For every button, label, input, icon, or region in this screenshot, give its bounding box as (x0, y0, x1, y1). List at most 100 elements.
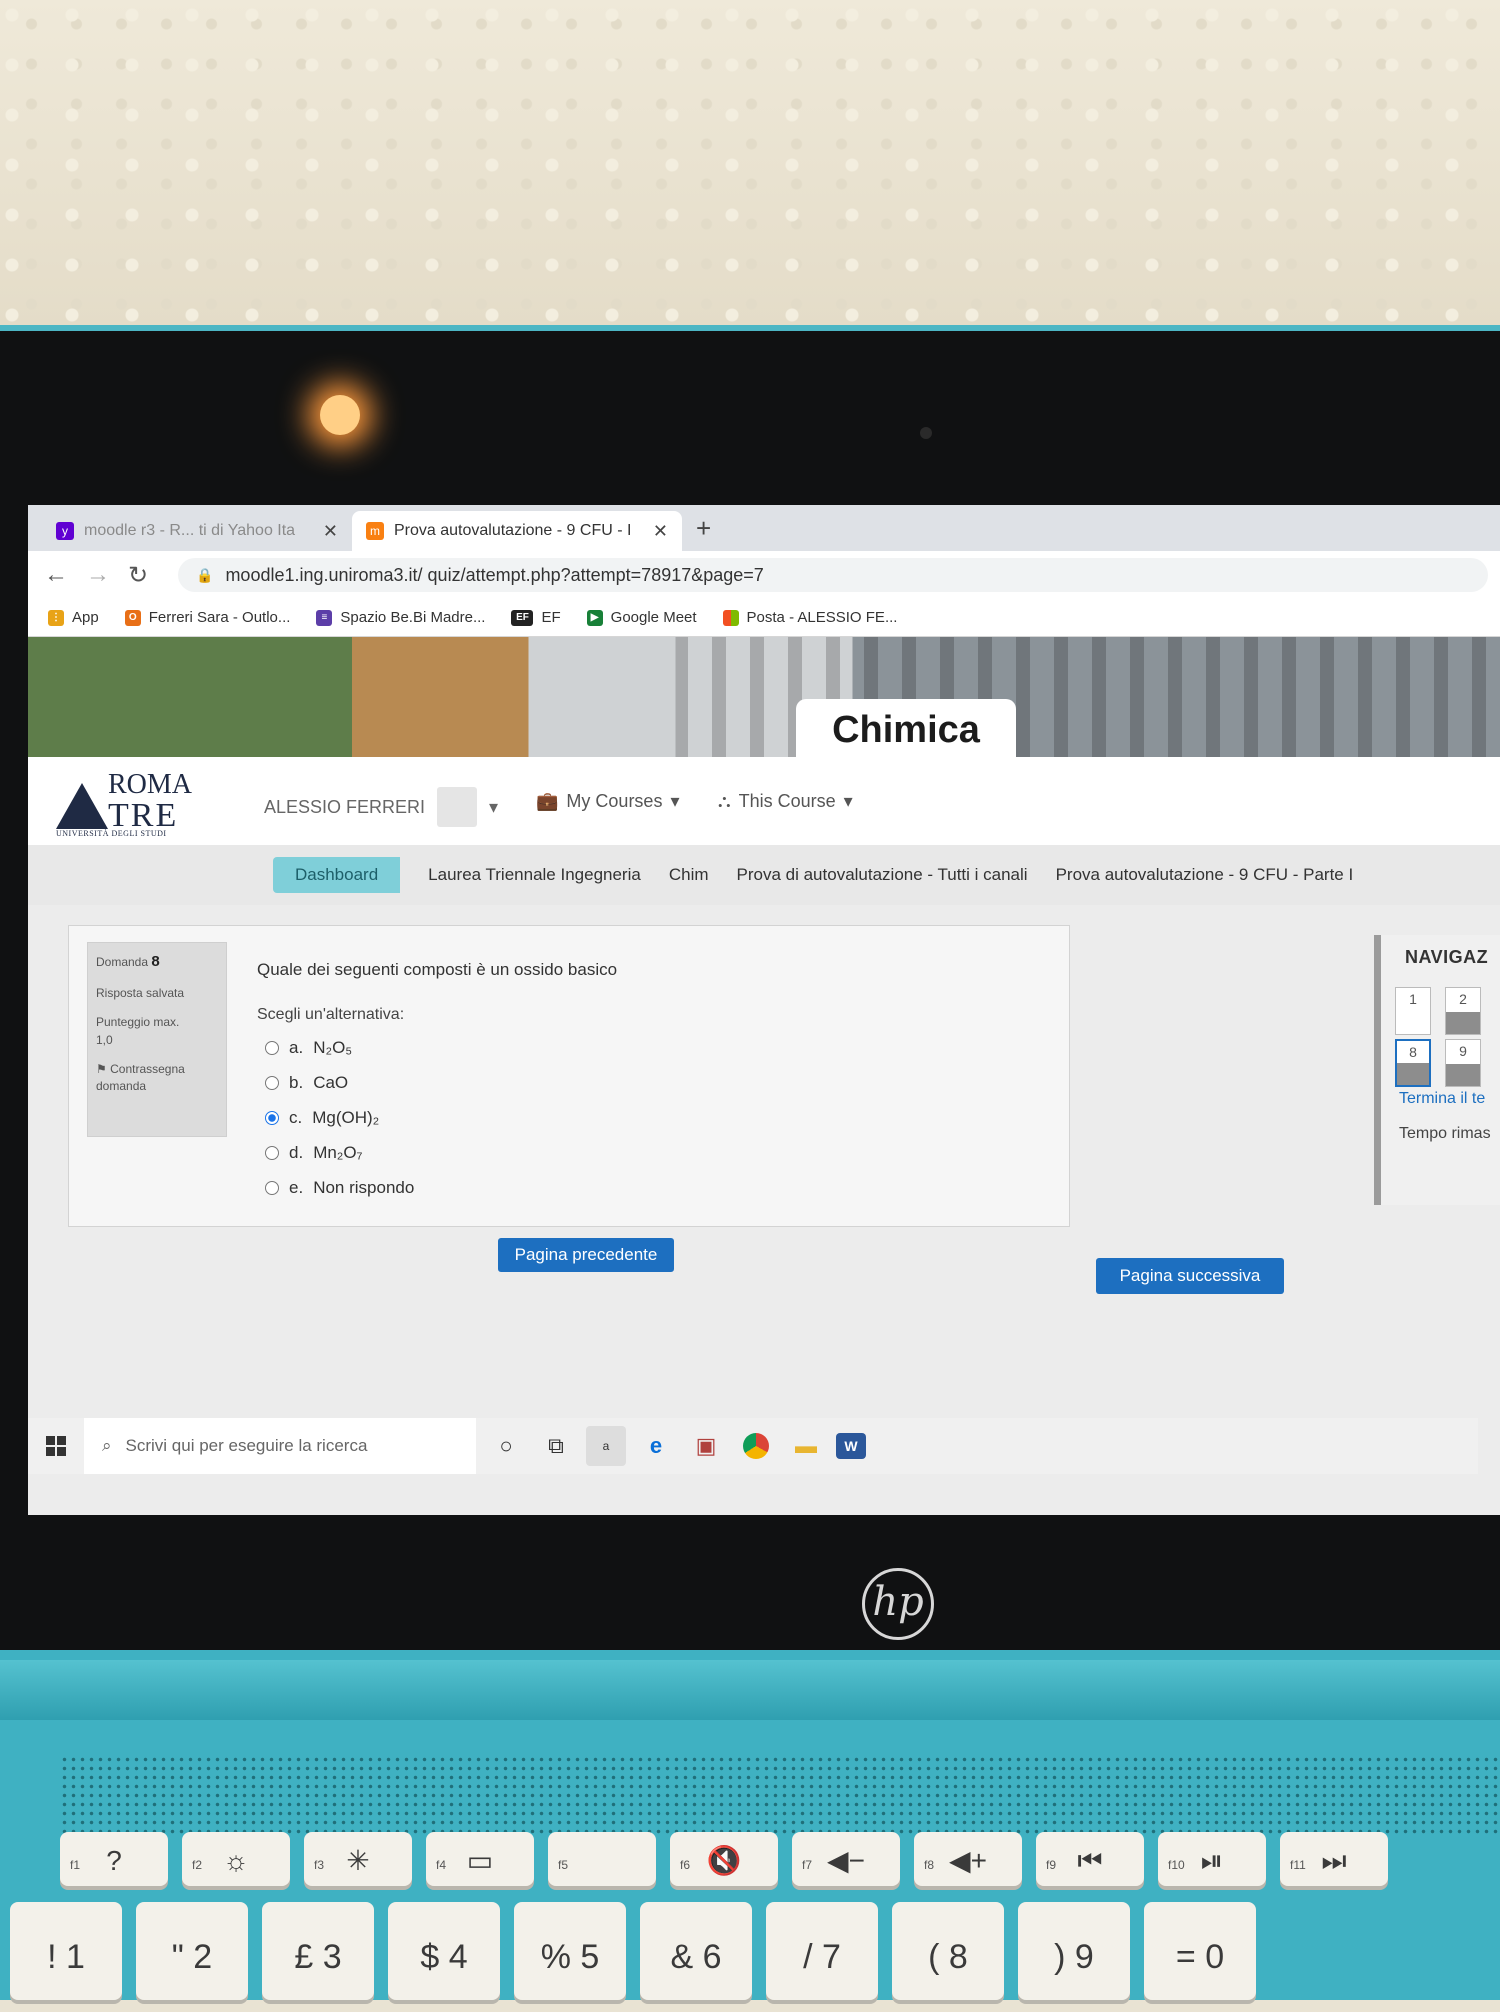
breadcrumb-degree[interactable]: Laurea Triennale Ingegneria (428, 865, 641, 885)
bookmark-outlook[interactable]: O Ferreri Sara - Outlo... (124, 609, 290, 626)
option-text: Mn₂O₇ (313, 1142, 363, 1162)
bookmark-label: Google Meet (610, 609, 697, 626)
roma-tre-logo[interactable]: ROMA TRE UNIVERSITÀ DEGLI STUDI (56, 769, 196, 838)
quiz-nav-question-1[interactable]: 1 (1395, 987, 1431, 1035)
bookmark-google-meet[interactable]: ▶ Google Meet (586, 609, 697, 626)
forward-icon[interactable]: → (86, 561, 110, 589)
edge-icon[interactable]: e (636, 1426, 676, 1466)
chrome-icon[interactable] (736, 1426, 776, 1466)
tab-title: Prova autovalutazione - 9 CFU - I (394, 522, 632, 539)
browser-tab-yahoo[interactable]: y moodle r3 - R... ti di Yahoo Ita ✕ (42, 511, 352, 551)
cortana-icon[interactable]: ○ (486, 1426, 526, 1466)
amazon-icon[interactable]: a (586, 1426, 626, 1466)
reload-icon[interactable]: ↻ (128, 561, 148, 590)
next-page-button[interactable]: Pagina successiva (1096, 1258, 1284, 1294)
key-label: ⏭ (1321, 1845, 1347, 1876)
key-f7[interactable]: f7 ◀− (792, 1832, 900, 1886)
key-2[interactable]: " 2 (136, 1902, 248, 2000)
close-icon[interactable]: ✕ (323, 521, 338, 542)
file-explorer-icon[interactable]: ▬ (786, 1426, 826, 1466)
fn-label: f2 (192, 1858, 203, 1872)
logo-triangle (56, 783, 108, 829)
previous-page-button[interactable]: Pagina precedente (498, 1238, 674, 1272)
option-a[interactable]: a. N₂O₅ (265, 1030, 414, 1065)
bookmark-apps[interactable]: ⋮ App (48, 609, 99, 626)
quiz-nav-question-2[interactable]: 2 (1445, 987, 1481, 1035)
bookmarks-bar: ⋮ App O Ferreri Sara - Outlo... ≡ Spazio… (28, 599, 1500, 637)
quiz-nav-question-8[interactable]: 8 (1395, 1039, 1431, 1087)
fn-label: f5 (558, 1858, 569, 1872)
word-icon[interactable]: W (836, 1433, 866, 1459)
breadcrumb-quiz[interactable]: Prova autovalutazione - 9 CFU - Parte I (1056, 865, 1354, 885)
radio-button[interactable] (265, 1075, 279, 1090)
fn-label: f8 (924, 1858, 935, 1872)
this-course-menu[interactable]: ⛬ This Course ▾ (718, 791, 853, 812)
radio-button[interactable] (265, 1145, 279, 1160)
bookmark-ef[interactable]: EF EF (511, 609, 561, 626)
key-0[interactable]: = 0 (1144, 1902, 1256, 2000)
key-f5[interactable]: f5 (548, 1832, 656, 1886)
radio-button[interactable] (265, 1180, 279, 1195)
breadcrumb-section[interactable]: Prova di autovalutazione - Tutti i canal… (737, 865, 1028, 885)
key-f3[interactable]: f3 ✳ (304, 1832, 412, 1886)
quiz-nav-question-9[interactable]: 9 (1445, 1039, 1481, 1087)
user-menu[interactable]: ALESSIO FERRERI ▾ (264, 787, 498, 827)
key-f1[interactable]: f1? (60, 1832, 168, 1886)
microsoft-icon (722, 609, 739, 626)
option-c[interactable]: c. Mg(OH)₂ (265, 1100, 414, 1135)
answer-options: a. N₂O₅ b. CaO c. Mg(OH)₂ d. Mn₂O₇ e. No… (265, 1030, 414, 1205)
start-button[interactable] (28, 1418, 84, 1474)
my-courses-menu[interactable]: 💼 My Courses ▾ (536, 791, 680, 812)
radio-button[interactable] (265, 1040, 279, 1055)
key-f6[interactable]: f6 🔇 (670, 1832, 778, 1886)
key-f2[interactable]: f2 ☼ (182, 1832, 290, 1886)
key-6[interactable]: & 6 (640, 1902, 752, 2000)
url-input[interactable]: 🔒 moodle1.ing.uniroma3.it/ quiz/attempt.… (178, 558, 1488, 592)
key-1[interactable]: ! 1 (10, 1902, 122, 2000)
url-text: moodle1.ing.uniroma3.it/ quiz/attempt.ph… (225, 564, 764, 585)
browser-tab-quiz[interactable]: m Prova autovalutazione - 9 CFU - I ✕ (352, 511, 682, 551)
option-b[interactable]: b. CaO (265, 1065, 414, 1100)
key-f11[interactable]: f11 ⏭ (1280, 1832, 1388, 1886)
close-icon[interactable]: ✕ (653, 521, 668, 542)
task-view-icon[interactable]: ⧉ (536, 1426, 576, 1466)
option-d[interactable]: d. Mn₂O₇ (265, 1135, 414, 1170)
flag-label: Contrassegna domanda (96, 1061, 185, 1094)
moodle-icon: m (366, 522, 384, 540)
breadcrumb-course[interactable]: Chim (669, 865, 709, 885)
radio-button-selected[interactable] (265, 1110, 279, 1125)
new-tab-button[interactable]: + (696, 513, 711, 544)
key-3[interactable]: £ 3 (262, 1902, 374, 2000)
course-banner-image (28, 637, 1500, 757)
back-icon[interactable]: ← (44, 561, 68, 589)
option-text: Non rispondo (313, 1177, 415, 1197)
option-text: CaO (313, 1072, 349, 1092)
key-7[interactable]: / 7 (766, 1902, 878, 2000)
key-f9[interactable]: f9 ⏮ (1036, 1832, 1144, 1886)
key-f10[interactable]: f10 ⏯ (1158, 1832, 1266, 1886)
key-8[interactable]: ( 8 (892, 1902, 1004, 2000)
windows-taskbar: ⌕ Scrivi qui per eseguire la ricerca ○ ⧉… (28, 1418, 1478, 1474)
key-f4[interactable]: f4 ▭ (426, 1832, 534, 1886)
quiz-navigation-panel: NAVIGAZ 1 2 8 9 Termina il te Tempo rima… (1374, 935, 1500, 1205)
bookmark-posta[interactable]: Posta - ALESSIO FE... (722, 609, 897, 626)
option-letter: c. (289, 1107, 303, 1127)
photos-icon[interactable]: ▣ (686, 1426, 726, 1466)
number-key-row: ! 1 " 2 £ 3 $ 4 % 5 & 6 / 7 ( 8 ) 9 = 0 (10, 1902, 1256, 2000)
question-text: Quale dei seguenti composti è un ossido … (257, 960, 618, 979)
question-number: 8 (151, 953, 160, 970)
taskbar-search-input[interactable]: ⌕ Scrivi qui per eseguire la ricerca (84, 1418, 476, 1474)
wall-background (0, 0, 1500, 330)
key-label: ☼ (223, 1845, 249, 1876)
key-9[interactable]: ) 9 (1018, 1902, 1130, 2000)
key-f8[interactable]: f8 ◀+ (914, 1832, 1022, 1886)
breadcrumb-dashboard[interactable]: Dashboard (273, 857, 401, 893)
bookmark-forms[interactable]: ≡ Spazio Be.Bi Madre... (316, 609, 485, 626)
option-e[interactable]: e. Non rispondo (265, 1170, 414, 1205)
laptop-hinge (0, 1660, 1500, 1720)
key-5[interactable]: % 5 (514, 1902, 626, 2000)
flag-question-link[interactable]: ⚑ Contrassegna domanda (96, 1061, 218, 1096)
key-4[interactable]: $ 4 (388, 1902, 500, 2000)
finish-attempt-link[interactable]: Termina il te (1399, 1090, 1485, 1108)
option-letter: a. (289, 1037, 304, 1057)
